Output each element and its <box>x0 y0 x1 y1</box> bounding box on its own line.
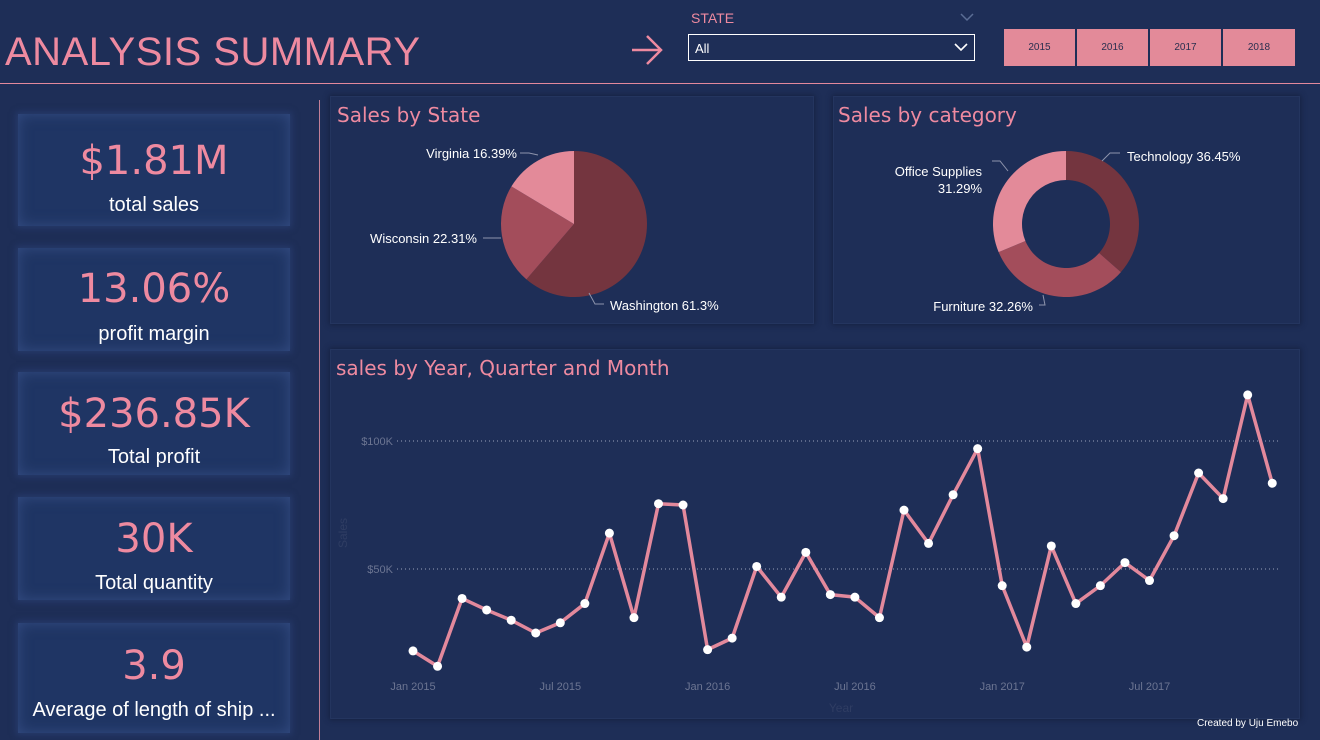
data-point[interactable] <box>825 590 835 600</box>
state-dropdown[interactable]: All <box>688 34 975 61</box>
year-button-2017[interactable]: 2017 <box>1150 29 1222 66</box>
kpi-card-average-ship-length: 3.9 Average of length of ship ... <box>18 623 290 733</box>
data-point[interactable] <box>1095 581 1105 591</box>
sales-line-chart: $50K $100K Jan 2015 Jul 2015 Jan 2016 Jul 201… <box>336 390 1279 715</box>
series-line-sales <box>412 393 1274 669</box>
kpi-label: Average of length of ship ... <box>32 699 276 721</box>
sidebar-divider <box>319 100 320 740</box>
data-point[interactable] <box>776 592 786 602</box>
data-point[interactable] <box>506 615 516 625</box>
header-divider <box>0 83 1320 84</box>
kpi-card-total-quantity: 30K Total quantity <box>18 497 290 600</box>
x-tick-label: Jan 2016 <box>685 681 730 693</box>
leader-line <box>1101 152 1120 162</box>
page-title: ANALYSIS SUMMARY <box>5 30 421 74</box>
donut-label: Technology 36.45% <box>1127 149 1241 164</box>
kpi-value: $1.81M <box>79 138 229 184</box>
data-point[interactable] <box>997 581 1007 591</box>
year-button-2016[interactable]: 2016 <box>1077 29 1149 66</box>
data-point[interactable] <box>850 592 860 602</box>
kpi-label: Total profit <box>107 446 201 468</box>
data-point[interactable] <box>654 499 663 509</box>
data-point[interactable] <box>1022 642 1032 652</box>
data-point[interactable] <box>899 505 909 515</box>
data-point[interactable] <box>1169 531 1179 541</box>
kpi-value: 3.9 <box>122 643 186 689</box>
x-tick-label: Jan 2017 <box>980 681 1025 693</box>
x-axis-title: Year <box>829 701 853 715</box>
sales-by-period-panel: sales by Year, Quarter and Month $50K $10… <box>330 349 1300 719</box>
kpi-value: $236.85K <box>58 391 250 437</box>
data-point[interactable] <box>948 490 958 500</box>
state-filter-label: STATE <box>691 10 735 26</box>
data-point[interactable] <box>1243 390 1253 400</box>
state-dropdown-value: All <box>695 41 710 56</box>
sales-by-state-chart: Washington 61.3% Wisconsin 22.31% Virginia… <box>370 146 719 313</box>
x-tick-label: Jan 2015 <box>390 681 435 693</box>
dropdown-chevron-icon[interactable] <box>954 43 968 52</box>
kpi-label: total sales <box>108 194 200 216</box>
kpi-card-total-profit: $236.85K Total profit <box>18 372 290 475</box>
data-point[interactable] <box>1194 468 1204 478</box>
data-point[interactable] <box>629 613 639 623</box>
data-point[interactable] <box>1046 541 1056 551</box>
data-point[interactable] <box>457 593 467 603</box>
data-point[interactable] <box>752 561 762 571</box>
x-tick-label: Jul 2017 <box>1129 681 1171 693</box>
arrow-right-icon <box>632 35 663 65</box>
leader-line <box>1039 294 1046 306</box>
chevron-down-icon[interactable] <box>960 12 974 22</box>
data-point[interactable] <box>678 500 688 510</box>
data-point[interactable] <box>874 613 884 623</box>
y-tick-label: $100K <box>361 436 393 448</box>
kpi-card-total-sales: $1.81M total sales <box>18 114 290 226</box>
data-point[interactable] <box>1120 558 1130 568</box>
donut-label: 31.29% <box>938 181 983 196</box>
kpi-value: 30K <box>115 516 193 562</box>
data-point[interactable] <box>1267 478 1277 488</box>
data-point[interactable] <box>727 633 737 643</box>
data-point[interactable] <box>801 547 811 557</box>
x-tick-label: Jul 2015 <box>540 681 582 693</box>
data-point[interactable] <box>604 528 614 538</box>
data-point[interactable] <box>973 444 983 454</box>
data-point[interactable] <box>1218 494 1228 504</box>
donut-label: Office Supplies <box>895 164 983 179</box>
donut-slice-technology[interactable] <box>1066 151 1139 273</box>
pie-label: Wisconsin 22.31% <box>370 231 477 246</box>
donut-label: Furniture 32.26% <box>933 299 1033 314</box>
year-button-2018[interactable]: 2018 <box>1223 29 1296 66</box>
y-tick-label: $50K <box>367 564 393 576</box>
sales-by-state-panel: Sales by State Washington 61.3% Wisconsin… <box>330 96 814 324</box>
data-point[interactable] <box>433 661 443 671</box>
leader-line <box>520 152 539 156</box>
sales-by-category-panel: Sales by category Technology 36.45% Furni… <box>833 96 1300 324</box>
data-point[interactable] <box>703 645 713 655</box>
data-point[interactable] <box>580 599 590 609</box>
year-button-2015[interactable]: 2015 <box>1004 29 1076 66</box>
y-axis-title: Sales <box>336 518 350 548</box>
data-point[interactable] <box>555 618 565 628</box>
credit-text: Created by Uju Emebo <box>1197 718 1299 729</box>
kpi-label: Total quantity <box>95 572 213 594</box>
data-point[interactable] <box>531 628 541 638</box>
leader-line <box>992 160 1009 172</box>
kpi-value: 13.06% <box>77 266 231 312</box>
data-point[interactable] <box>408 646 418 656</box>
data-point[interactable] <box>482 605 492 615</box>
kpi-label: profit margin <box>98 323 210 345</box>
kpi-card-profit-margin: 13.06% profit margin <box>18 248 290 351</box>
data-point[interactable] <box>1071 599 1081 609</box>
sales-by-category-chart: Technology 36.45% Furniture 32.26% Office … <box>895 149 1241 314</box>
data-point[interactable] <box>1145 576 1154 586</box>
x-tick-label: Jul 2016 <box>834 681 876 693</box>
data-point[interactable] <box>924 538 934 548</box>
pie-label: Virginia 16.39% <box>426 146 517 161</box>
pie-label: Washington 61.3% <box>610 298 719 313</box>
